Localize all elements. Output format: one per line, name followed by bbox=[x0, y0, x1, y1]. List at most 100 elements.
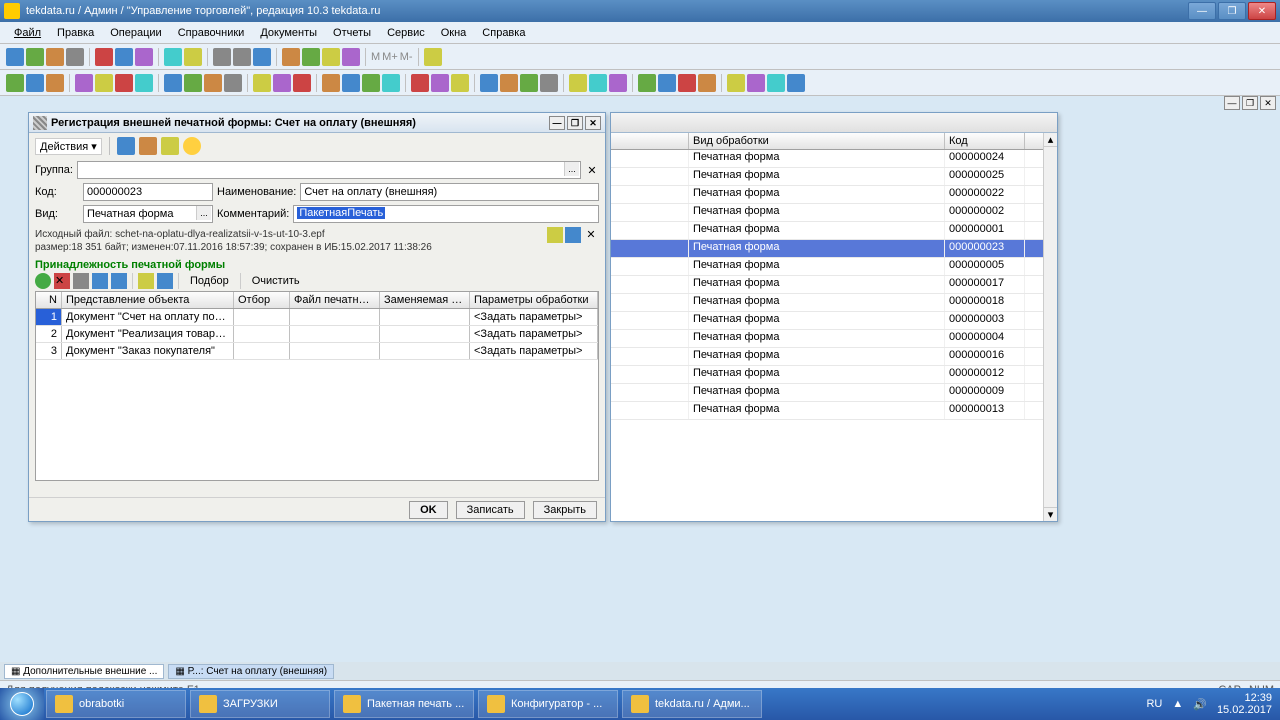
sort-asc-icon[interactable] bbox=[92, 273, 108, 289]
list-row[interactable]: Печатная форма000000024 bbox=[611, 150, 1043, 168]
toolbar-icon[interactable] bbox=[500, 74, 518, 92]
toolbar-icon[interactable] bbox=[273, 74, 291, 92]
col-code[interactable]: Код bbox=[945, 133, 1025, 149]
toolbar-icon[interactable] bbox=[233, 48, 251, 66]
toolbar-icon[interactable] bbox=[411, 74, 429, 92]
toolbar-icon[interactable] bbox=[115, 48, 133, 66]
toolbar-icon[interactable] bbox=[451, 74, 469, 92]
toolbar-icon[interactable] bbox=[95, 48, 113, 66]
toolbar-text-mplus[interactable]: M+ bbox=[382, 51, 398, 63]
start-button[interactable] bbox=[0, 688, 44, 720]
taskbar-item[interactable]: obrabotki bbox=[46, 690, 186, 718]
ok-button[interactable]: OK bbox=[409, 501, 448, 519]
dialog-minimize-button[interactable]: — bbox=[549, 116, 565, 130]
add-row-icon[interactable] bbox=[35, 273, 51, 289]
toolbar-icon[interactable] bbox=[135, 74, 153, 92]
toolbar-icon[interactable] bbox=[6, 74, 24, 92]
tray-icon[interactable]: ▲ bbox=[1172, 698, 1183, 710]
mdi-minimize-button[interactable]: — bbox=[1224, 96, 1240, 110]
toolbar-icon[interactable] bbox=[139, 137, 157, 155]
col-filter[interactable]: Отбор bbox=[234, 292, 290, 308]
toolbar-icon[interactable] bbox=[569, 74, 587, 92]
toolbar-icon[interactable] bbox=[382, 74, 400, 92]
toolbar-icon[interactable] bbox=[224, 74, 242, 92]
dialog-titlebar[interactable]: Регистрация внешней печатной формы: Счет… bbox=[29, 113, 605, 133]
toolbar-icon[interactable] bbox=[698, 74, 716, 92]
disk-icon[interactable] bbox=[157, 273, 173, 289]
toolbar-icon[interactable] bbox=[164, 48, 182, 66]
menu-item-6[interactable]: Сервис bbox=[379, 25, 433, 41]
col-replace[interactable]: Заменяемая пе... bbox=[380, 292, 470, 308]
toolbar-icon[interactable] bbox=[431, 74, 449, 92]
col-file[interactable]: Файл печатной... bbox=[290, 292, 380, 308]
toolbar-icon[interactable] bbox=[520, 74, 538, 92]
toolbar-icon[interactable] bbox=[184, 74, 202, 92]
tray-lang[interactable]: RU bbox=[1146, 698, 1162, 710]
mdi-maximize-button[interactable]: ❐ bbox=[1242, 96, 1258, 110]
actions-dropdown[interactable]: Действия ▾ bbox=[35, 138, 102, 155]
toolbar-icon[interactable] bbox=[26, 48, 44, 66]
help-icon[interactable] bbox=[183, 137, 201, 155]
window-minimize-button[interactable]: — bbox=[1188, 2, 1216, 20]
toolbar-icon[interactable] bbox=[293, 74, 311, 92]
toolbar-text-mminus[interactable]: M- bbox=[400, 51, 413, 63]
col-type[interactable]: Вид обработки bbox=[689, 133, 945, 149]
toolbar-icon[interactable] bbox=[727, 74, 745, 92]
toolbar-icon[interactable] bbox=[115, 74, 133, 92]
col-obj[interactable]: Представление объекта bbox=[62, 292, 234, 308]
toolbar-icon[interactable] bbox=[6, 48, 24, 66]
toolbar-icon[interactable] bbox=[26, 74, 44, 92]
menu-item-0[interactable]: Файл bbox=[6, 25, 49, 41]
folder-icon[interactable] bbox=[138, 273, 154, 289]
toolbar-icon[interactable] bbox=[135, 48, 153, 66]
tray-clock[interactable]: 12:39 15.02.2017 bbox=[1217, 692, 1272, 716]
toolbar-icon[interactable] bbox=[66, 48, 84, 66]
toolbar-icon[interactable] bbox=[117, 137, 135, 155]
toolbar-icon[interactable] bbox=[322, 48, 340, 66]
list-row[interactable]: Печатная форма000000018 bbox=[611, 294, 1043, 312]
col-marker[interactable] bbox=[611, 133, 689, 149]
toolbar-icon[interactable] bbox=[767, 74, 785, 92]
mdi-close-button[interactable]: ✕ bbox=[1260, 96, 1276, 110]
toolbar-icon[interactable] bbox=[46, 48, 64, 66]
doc-tab[interactable]: ▦ Дополнительные внешние ... bbox=[4, 664, 164, 679]
list-row[interactable]: Печатная форма000000012 bbox=[611, 366, 1043, 384]
list-row[interactable]: Печатная форма000000009 bbox=[611, 384, 1043, 402]
col-params[interactable]: Параметры обработки bbox=[470, 292, 598, 308]
list-row[interactable]: Печатная форма000000023 bbox=[611, 240, 1043, 258]
toolbar-icon[interactable] bbox=[213, 48, 231, 66]
list-row[interactable]: Печатная форма000000001 bbox=[611, 222, 1043, 240]
toolbar-icon[interactable] bbox=[540, 74, 558, 92]
toolbar-icon[interactable] bbox=[362, 74, 380, 92]
comment-input[interactable]: ПакетнаяПечать bbox=[293, 205, 599, 223]
list-row[interactable]: Печатная форма000000017 bbox=[611, 276, 1043, 294]
list-row[interactable]: Печатная форма000000022 bbox=[611, 186, 1043, 204]
code-input[interactable] bbox=[83, 183, 213, 201]
toolbar-icon[interactable] bbox=[342, 48, 360, 66]
toolbar-icon[interactable] bbox=[342, 74, 360, 92]
clear-icon[interactable]: ✕ bbox=[585, 164, 599, 177]
list-row[interactable]: Печатная форма000000002 bbox=[611, 204, 1043, 222]
toolbar-icon[interactable] bbox=[638, 74, 656, 92]
taskbar-item[interactable]: ЗАГРУЗКИ bbox=[190, 690, 330, 718]
toolbar-icon[interactable] bbox=[164, 74, 182, 92]
toolbar-icon[interactable] bbox=[253, 74, 271, 92]
toolbar-icon[interactable] bbox=[658, 74, 676, 92]
toolbar-icon[interactable] bbox=[302, 48, 320, 66]
toolbar-icon[interactable] bbox=[480, 74, 498, 92]
list-row[interactable]: Печатная форма000000025 bbox=[611, 168, 1043, 186]
tray-flag-icon[interactable]: 🔊 bbox=[1193, 698, 1207, 711]
dialog-maximize-button[interactable]: ❐ bbox=[567, 116, 583, 130]
open-file-icon[interactable] bbox=[547, 227, 563, 243]
toolbar-icon[interactable] bbox=[609, 74, 627, 92]
menu-item-7[interactable]: Окна bbox=[433, 25, 475, 41]
menu-item-1[interactable]: Правка bbox=[49, 25, 102, 41]
taskbar-item[interactable]: tekdata.ru / Адми... bbox=[622, 690, 762, 718]
toolbar-icon[interactable] bbox=[787, 74, 805, 92]
grid-row[interactable]: 2Документ "Реализация товаров ...<Задать… bbox=[36, 326, 598, 343]
list-row[interactable]: Печатная форма000000004 bbox=[611, 330, 1043, 348]
toolbar-icon[interactable] bbox=[95, 74, 113, 92]
save-file-icon[interactable] bbox=[565, 227, 581, 243]
list-titlebar[interactable] bbox=[611, 113, 1057, 133]
list-row[interactable]: Печатная форма000000003 bbox=[611, 312, 1043, 330]
